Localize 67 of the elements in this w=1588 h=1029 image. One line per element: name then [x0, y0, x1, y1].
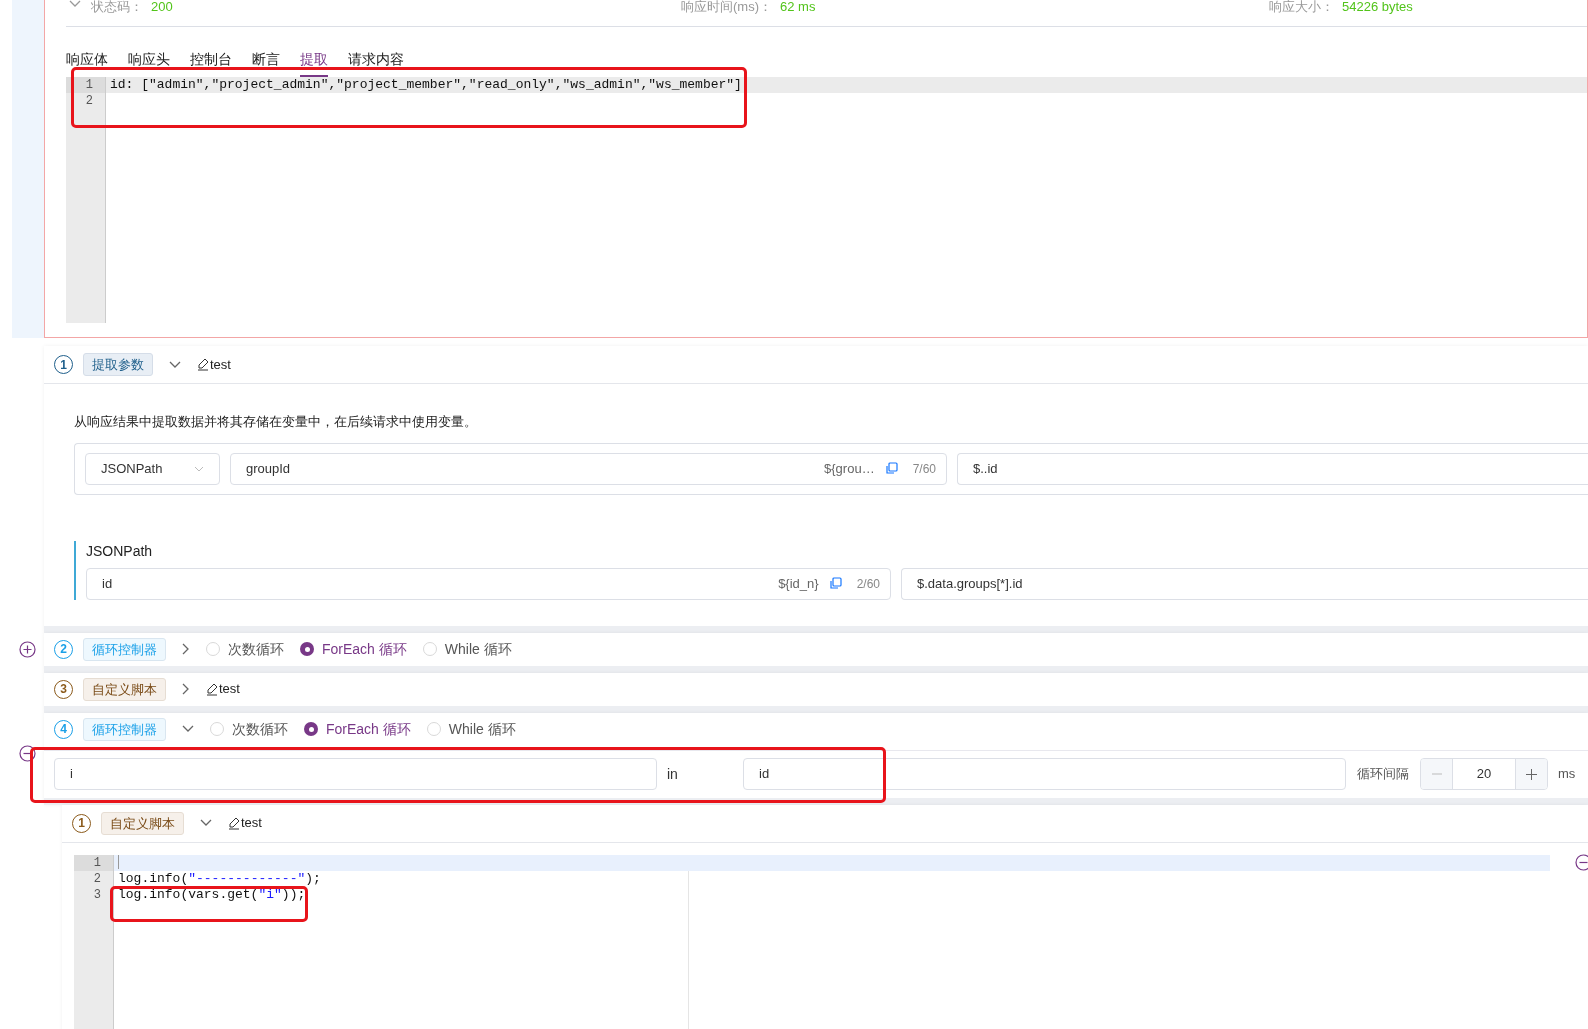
loop-list-field[interactable]: id	[743, 758, 1346, 790]
chevron-right-icon[interactable]	[182, 643, 190, 655]
variable-name-field[interactable]: groupId ${grou… 7/60	[230, 452, 947, 485]
line-number: 1	[66, 77, 105, 93]
line-number: 2	[84, 93, 94, 109]
loop-type-radio[interactable]: While 循环	[422, 638, 512, 660]
step-type-tag: 自定义脚本	[83, 677, 166, 701]
character-count: 7/60	[912, 460, 936, 478]
chevron-right-icon[interactable]	[182, 683, 190, 695]
pencil-icon[interactable]	[206, 682, 218, 696]
step-name: test	[219, 680, 240, 699]
chevron-down-icon[interactable]	[169, 360, 181, 369]
status-label: 状态码：	[91, 0, 143, 16]
step-type-tag: 提取参数	[83, 353, 153, 376]
variable-name-field[interactable]: id ${id_n} 2/60	[86, 567, 891, 600]
code-line: log.info("-------------");	[117, 870, 322, 887]
code-line: log.info(vars.get("i"));	[117, 886, 307, 903]
in-label: in	[667, 764, 679, 784]
plus-icon[interactable]	[1526, 768, 1537, 780]
character-count: 2/60	[856, 575, 880, 593]
result-tab[interactable]: 响应头	[128, 44, 170, 77]
loop-type-radio[interactable]: ForEach 循环	[300, 638, 407, 660]
chevron-down-icon[interactable]	[182, 725, 194, 733]
copy-icon[interactable]	[884, 462, 898, 475]
result-tab[interactable]: 控制台	[190, 44, 232, 77]
code-editor[interactable]: 1 2 id: ["admin","project_admin","project_member","read_only","ws_admin","ws_member"]	[66, 77, 1587, 323]
step-type-tag: 循环控制器	[83, 717, 166, 741]
line-number: 3	[92, 886, 102, 903]
expression-field[interactable]: $.data.groups[*].id	[901, 567, 1588, 600]
line-number: 2	[92, 870, 102, 887]
step-name: test	[210, 355, 231, 374]
remove-icon[interactable]	[1575, 853, 1588, 871]
result-tab[interactable]: 响应体	[66, 44, 108, 77]
step-type-tag: 自定义脚本	[101, 811, 184, 835]
chevron-down-icon[interactable]	[200, 819, 212, 827]
interval-label: 循环间隔	[1357, 765, 1409, 784]
time-label: 响应时间(ms)：	[681, 0, 772, 16]
step-name: test	[241, 814, 262, 833]
step-type-tag: 循环控制器	[83, 637, 166, 661]
text-cursor	[118, 855, 119, 870]
variable-reference: ${id_n}	[778, 574, 819, 593]
expand-icon[interactable]	[19, 640, 36, 658]
result-tab[interactable]: 断言	[252, 44, 280, 77]
result-tab[interactable]: 请求内容	[348, 44, 404, 77]
unit-label: ms	[1558, 765, 1576, 784]
loop-type-radio[interactable]: ForEach 循环	[304, 718, 411, 740]
description-text: 从响应结果中提取数据并将其存储在变量中，在后续请求中使用变量。	[74, 413, 478, 431]
collapse-icon[interactable]	[19, 744, 36, 762]
status-value: 200	[151, 0, 173, 16]
pencil-icon[interactable]	[197, 358, 209, 371]
pencil-icon[interactable]	[228, 816, 240, 830]
loop-variable-field[interactable]: i	[54, 758, 657, 790]
type-select[interactable]: JSONPath	[85, 452, 220, 485]
time-value: 62 ms	[780, 0, 816, 16]
code-editor[interactable]: 1 2 3 log.info("-------------"); log.info(vars.get("i"));	[74, 854, 1550, 1029]
loop-type-radio[interactable]: While 循环	[426, 718, 516, 740]
expression-field[interactable]: $..id	[957, 452, 1588, 485]
size-label: 响应大小：	[1269, 0, 1334, 16]
copy-icon[interactable]	[828, 577, 842, 590]
loop-type-radio[interactable]: 次数循环	[206, 638, 284, 660]
interval-stepper[interactable]: 20	[1420, 758, 1548, 790]
section-title: JSONPath	[86, 541, 154, 561]
variable-reference: ${grou…	[824, 459, 875, 478]
line-number: 1	[74, 854, 113, 871]
loop-type-radio[interactable]: 次数循环	[210, 718, 288, 740]
size-value: 54226 bytes	[1342, 0, 1413, 16]
chevron-down-icon[interactable]	[69, 0, 81, 8]
